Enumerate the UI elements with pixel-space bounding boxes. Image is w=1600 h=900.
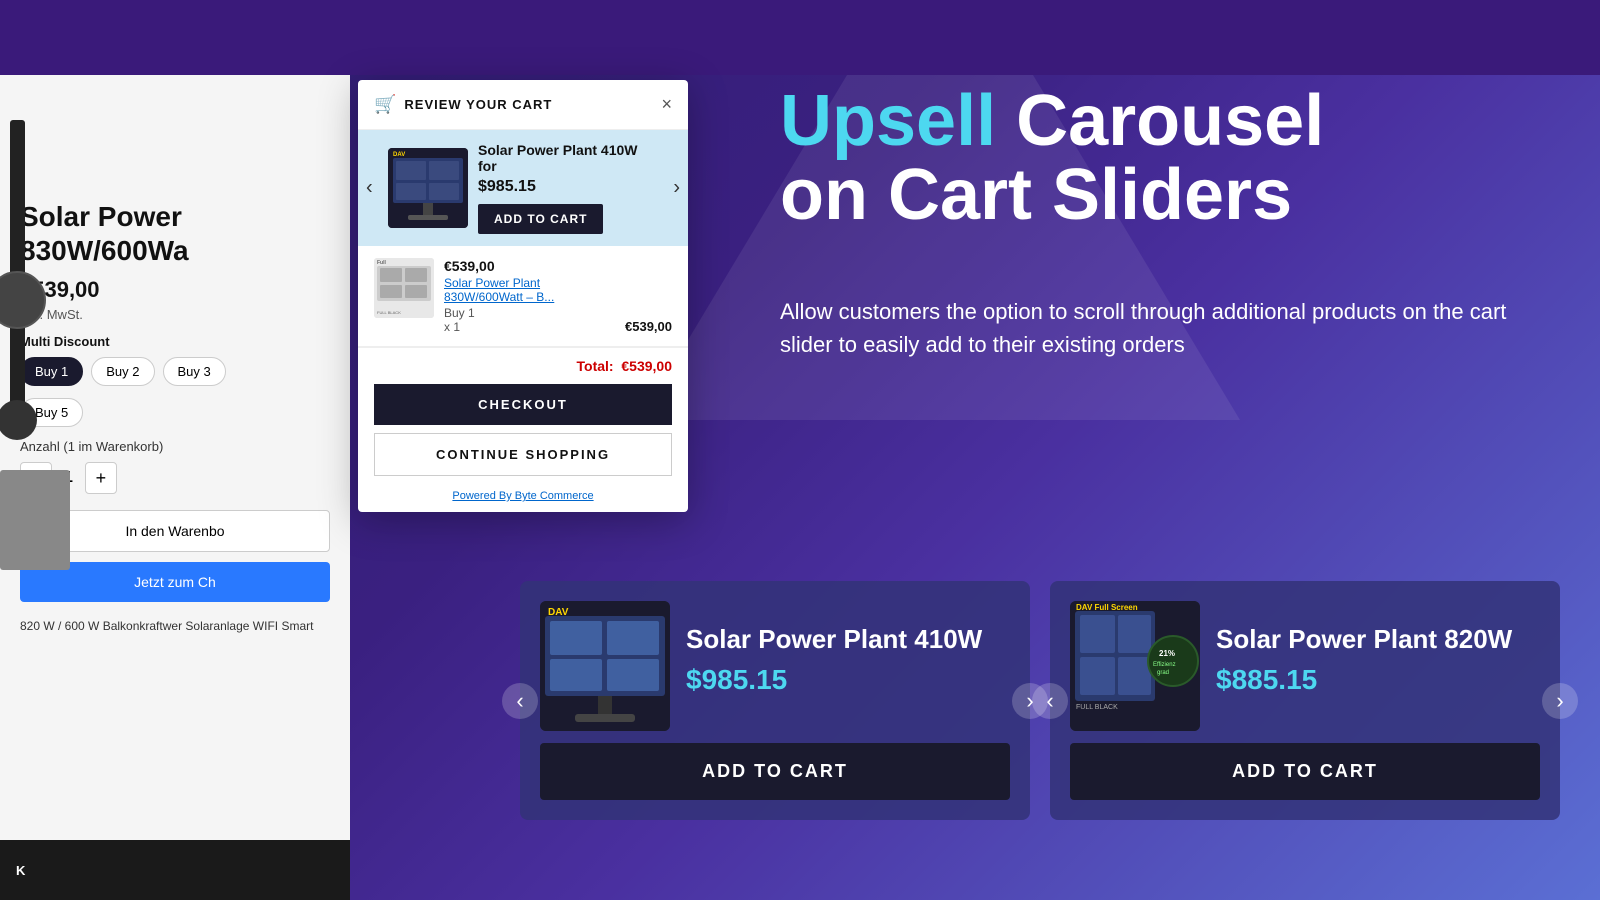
cart-item-svg: Full FULL BLACK: [374, 258, 434, 318]
cart-item-buy-qty: Buy 1: [444, 306, 615, 320]
modal-upsell-slider: ‹ DAV Solar Power Plant 410W for $985.15…: [358, 130, 688, 246]
cart-continue-shopping-button[interactable]: CONTINUE SHOPPING: [374, 433, 672, 476]
svg-text:FULL BLACK: FULL BLACK: [1076, 704, 1118, 711]
left-bottom-bar: K: [0, 840, 350, 900]
svg-text:FULL BLACK: FULL BLACK: [377, 310, 401, 315]
carousel-card1-add-to-cart-button[interactable]: ADD TO CART: [540, 743, 1010, 800]
left-product-panel: Solar Power 830W/600Wa €539,00 inkl. MwS…: [0, 0, 350, 900]
carousel-card1-prev-button[interactable]: ‹: [502, 683, 538, 719]
cart-modal-header: 🛒 REVIEW YOUR CART ×: [358, 80, 688, 130]
cart-total: Total: €539,00: [358, 347, 688, 384]
modal-upsell-info: Solar Power Plant 410W for $985.15 ADD T…: [478, 142, 658, 234]
header-bar: [0, 0, 1600, 75]
modal-upsell-product-image: DAV: [388, 148, 468, 228]
carousel-card-2: ‹ 21% Effizienz grad: [1050, 581, 1560, 820]
carousel-product-price-1: $985.15: [686, 664, 1010, 696]
carousel-card-1: ‹ DAV Solar Power: [520, 581, 1030, 820]
cart-item: Full FULL BLACK €539,00 Solar Power Plan…: [358, 246, 688, 347]
svg-text:21%: 21%: [1159, 649, 1175, 658]
right-marketing-panel: Upsell Carousel on Cart Sliders Allow cu…: [720, 0, 1600, 900]
heading-upsell: Upsell: [780, 81, 996, 161]
cart-item-info: €539,00 Solar Power Plant 830W/600Watt –…: [444, 258, 615, 334]
carousel-product-svg-2: 21% Effizienz grad DAV Full Screen FULL …: [1070, 601, 1200, 731]
left-bottom-bar-text: K: [16, 863, 25, 878]
cart-item-price: €539,00: [444, 258, 615, 274]
cart-total-label: Total:: [577, 358, 614, 374]
carousel-card2-add-to-cart-button[interactable]: ADD TO CART: [1070, 743, 1540, 800]
discount-btn-buy2[interactable]: Buy 2: [91, 357, 154, 386]
product-image-left: [0, 120, 100, 620]
carousel-product-name-1: Solar Power Plant 410W: [686, 624, 1010, 655]
carousel-product-image-2: 21% Effizienz grad DAV Full Screen FULL …: [1070, 601, 1200, 731]
heading-line2: on Cart Sliders: [780, 154, 1560, 236]
product-description-left: 820 W / 600 W Balkonkraftwer Solaranlage…: [20, 618, 330, 635]
modal-upsell-price: $985.15: [478, 178, 658, 196]
cart-modal-title-group: 🛒 REVIEW YOUR CART: [374, 94, 552, 115]
svg-text:Full: Full: [377, 260, 386, 266]
upsell-product-svg: DAV: [388, 148, 468, 228]
discount-btn-buy3[interactable]: Buy 3: [163, 357, 226, 386]
cart-item-name: Solar Power Plant 830W/600Watt – B...: [444, 276, 615, 304]
carousel-product-svg-1: DAV: [540, 601, 670, 731]
cart-icon: 🛒: [374, 94, 396, 115]
modal-upsell-name: Solar Power Plant 410W for: [478, 142, 658, 174]
modal-upsell-next-button[interactable]: ›: [673, 177, 680, 200]
carousel-card2-inner: 21% Effizienz grad DAV Full Screen FULL …: [1070, 601, 1540, 731]
carousel-card2-prev-button[interactable]: ‹: [1032, 683, 1068, 719]
svg-text:Effizienz: Effizienz: [1153, 662, 1176, 668]
svg-text:DAV: DAV: [393, 152, 405, 158]
cart-modal-title: REVIEW YOUR CART: [404, 97, 552, 112]
carousel-product-name-2: Solar Power Plant 820W: [1216, 624, 1540, 655]
svg-text:DAV: DAV: [548, 607, 569, 618]
cart-item-total: €539,00: [625, 319, 672, 334]
cart-item-image: Full FULL BLACK: [374, 258, 434, 318]
modal-upsell-add-to-cart-button[interactable]: ADD TO CART: [478, 204, 603, 234]
marketing-heading: Upsell Carousel on Cart Sliders: [780, 80, 1560, 236]
upsell-carousel: ‹ DAV Solar Power: [480, 581, 1600, 820]
svg-text:grad: grad: [1157, 670, 1169, 676]
cart-powered-by[interactable]: Powered By Byte Commerce: [358, 484, 688, 512]
carousel-product-price-2: $885.15: [1216, 664, 1540, 696]
cart-close-button[interactable]: ×: [661, 94, 672, 115]
carousel-product-info-2: Solar Power Plant 820W $885.15: [1216, 624, 1540, 707]
carousel-card1-inner: DAV Solar Power Plant 410W $985.15: [540, 601, 1010, 731]
product-svg: [0, 120, 100, 620]
carousel-product-image-1: DAV: [540, 601, 670, 731]
cart-total-value: €539,00: [621, 358, 672, 374]
carousel-card2-next-button[interactable]: ›: [1542, 683, 1578, 719]
heading-carousel: Carousel: [996, 81, 1324, 161]
cart-checkout-button[interactable]: CHECKOUT: [374, 384, 672, 425]
cart-modal: 🛒 REVIEW YOUR CART × ‹ DAV Solar Power P…: [358, 80, 688, 512]
marketing-subtext: Allow customers the option to scroll thr…: [780, 295, 1560, 361]
svg-text:DAV Full Screen: DAV Full Screen: [1076, 603, 1138, 612]
cart-item-qty: x 1: [444, 320, 615, 334]
carousel-product-info-1: Solar Power Plant 410W $985.15: [686, 624, 1010, 707]
modal-upsell-prev-button[interactable]: ‹: [366, 177, 373, 200]
